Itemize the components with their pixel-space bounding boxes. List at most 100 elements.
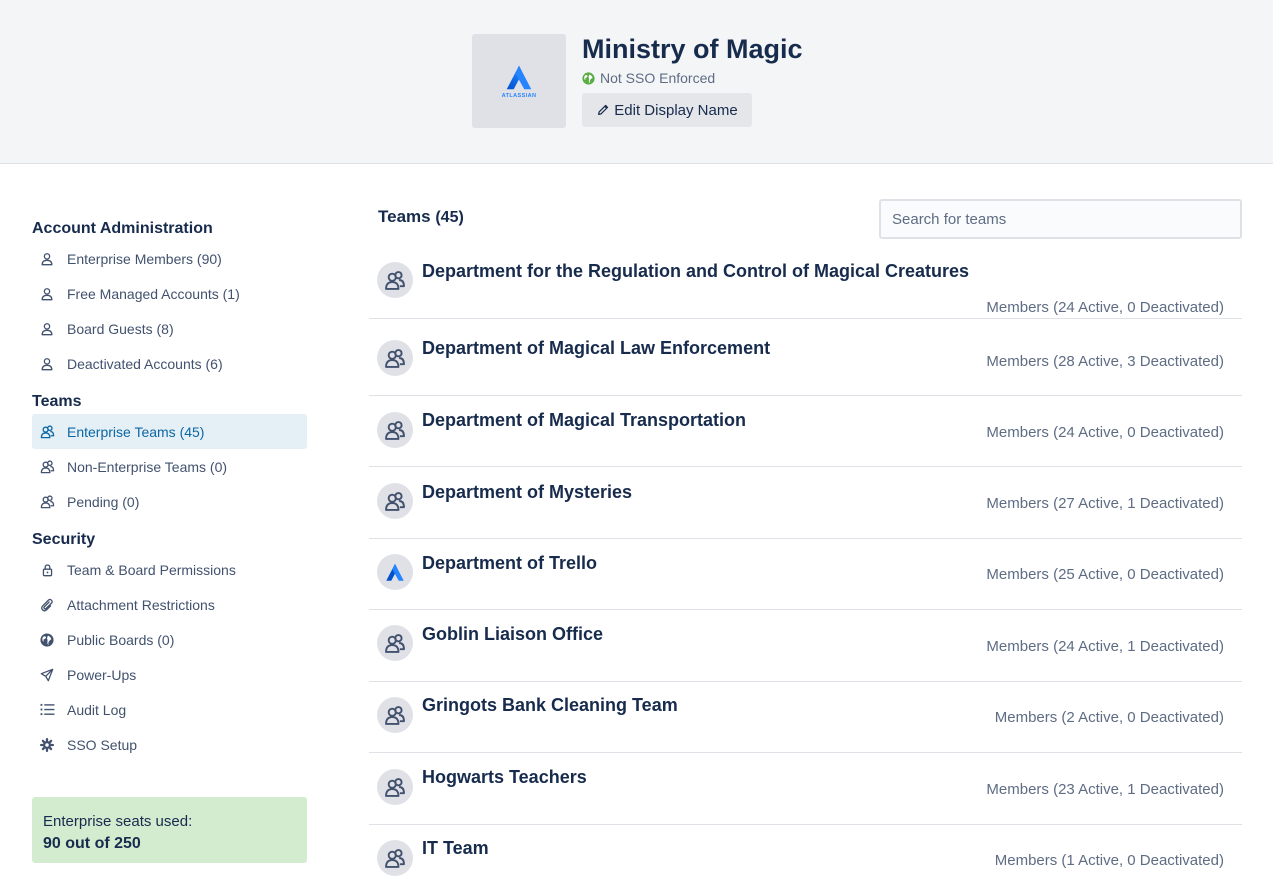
- sidebar-item-team-board-permissions[interactable]: Team & Board Permissions: [32, 552, 307, 587]
- team-row[interactable]: Department for the Regulation and Contro…: [369, 247, 1242, 319]
- team-name: Department of Magical Law Enforcement: [422, 338, 771, 358]
- seats-value: 90 out of 250: [43, 835, 141, 852]
- sidebar-item-label: Power-Ups: [67, 666, 137, 683]
- team-icon: [385, 271, 405, 290]
- team-name: IT Team: [422, 838, 489, 858]
- pencil-icon: [598, 104, 609, 115]
- search-input[interactable]: [879, 199, 1242, 239]
- sidebar-item-label: SSO Setup: [67, 736, 138, 753]
- sidebar-item-pending[interactable]: Pending (0): [32, 484, 307, 519]
- team-avatar: [377, 625, 413, 661]
- team-row[interactable]: Department of Mysteries Members (27 Acti…: [369, 467, 1242, 539]
- team-icon: [385, 778, 405, 797]
- person-icon: [39, 321, 55, 337]
- lock-icon: [39, 562, 55, 578]
- organization-logo: ATLASSIAN: [472, 34, 566, 128]
- team-name: Department for the Regulation and Contro…: [422, 261, 970, 281]
- globe-icon: [39, 632, 55, 648]
- seats-label: Enterprise seats used:: [43, 813, 193, 830]
- team-icon: [385, 634, 405, 653]
- team-members: Members (2 Active, 0 Deactivated): [994, 709, 1224, 726]
- team-row[interactable]: Goblin Liaison Office Members (24 Active…: [369, 610, 1242, 682]
- atlassian-logo-icon: [386, 563, 404, 581]
- team-avatar: [377, 262, 413, 298]
- team-row[interactable]: Department of Magical Transportation Mem…: [369, 396, 1242, 467]
- team-icon: [385, 849, 405, 868]
- paperclip-icon: [39, 597, 55, 613]
- globe-icon: [582, 71, 595, 85]
- team-count: (45): [435, 209, 464, 226]
- edit-display-name-label: Edit Display Name: [614, 101, 738, 119]
- team-icon: [39, 494, 55, 510]
- team-row[interactable]: Department of Magical Law Enforcement Me…: [369, 319, 1242, 396]
- list-icon: [39, 702, 55, 718]
- team-icon: [385, 492, 405, 511]
- section-heading-teams: Teams: [32, 393, 82, 410]
- section-heading-account-administration: Account Administration: [32, 220, 213, 237]
- edit-display-name-button[interactable]: Edit Display Name: [582, 93, 752, 127]
- team-name: Gringots Bank Cleaning Team: [422, 695, 678, 715]
- rocket-icon: [39, 667, 55, 683]
- team-list: Department for the Regulation and Contro…: [369, 247, 1242, 891]
- sidebar-item-power-ups[interactable]: Power-Ups: [32, 657, 307, 692]
- atlassian-logo-icon: [506, 65, 532, 90]
- team-avatar: [377, 483, 413, 519]
- sidebar-item-free-managed-accounts[interactable]: Free Managed Accounts (1): [32, 276, 307, 311]
- sidebar-item-label: Board Guests (8): [67, 320, 174, 337]
- team-members: Members (25 Active, 0 Deactivated): [986, 566, 1224, 583]
- team-members: Members (27 Active, 1 Deactivated): [986, 495, 1224, 512]
- person-icon: [39, 286, 55, 302]
- sidebar-item-attachment-restrictions[interactable]: Attachment Restrictions: [32, 587, 307, 622]
- section-heading-security: Security: [32, 531, 96, 548]
- team-row[interactable]: IT Team Members (1 Active, 0 Deactivated…: [369, 825, 1242, 891]
- sidebar-item-label: Enterprise Teams (45): [67, 423, 205, 440]
- person-icon: [39, 356, 55, 372]
- sidebar-item-label: Attachment Restrictions: [67, 596, 215, 613]
- sidebar-item-label: Free Managed Accounts (1): [67, 285, 240, 302]
- sidebar-item-audit-log[interactable]: Audit Log: [32, 692, 307, 727]
- team-avatar: [377, 554, 413, 590]
- team-name: Hogwarts Teachers: [422, 767, 587, 787]
- sso-status-text: Not SSO Enforced: [600, 70, 716, 86]
- team-members: Members (24 Active, 0 Deactivated): [986, 424, 1224, 441]
- team-avatar: [377, 340, 413, 376]
- sidebar-item-non-enterprise-teams[interactable]: Non-Enterprise Teams (0): [32, 449, 307, 484]
- sidebar-item-label: Public Boards (0): [67, 631, 175, 648]
- team-icon: [39, 459, 55, 475]
- sidebar-item-label: Deactivated Accounts (6): [67, 355, 223, 372]
- logo-wordmark: ATLASSIAN: [501, 93, 537, 99]
- sidebar-item-label: Team & Board Permissions: [67, 561, 236, 578]
- team-members: Members (24 Active, 1 Deactivated): [986, 638, 1224, 655]
- team-avatar: [377, 769, 413, 805]
- sidebar-item-deactivated-accounts[interactable]: Deactivated Accounts (6): [32, 346, 307, 381]
- page-title-text: Teams: [378, 207, 431, 226]
- sidebar-item-label: Enterprise Members (90): [67, 250, 222, 267]
- team-avatar: [377, 840, 413, 876]
- team-members: Members (1 Active, 0 Deactivated): [994, 852, 1224, 869]
- team-avatar: [377, 697, 413, 733]
- team-members: Members (23 Active, 1 Deactivated): [986, 781, 1224, 798]
- team-name: Department of Mysteries: [422, 482, 633, 502]
- gear-icon: [39, 737, 55, 753]
- sidebar-item-enterprise-teams[interactable]: Enterprise Teams (45): [32, 414, 307, 449]
- team-row[interactable]: Hogwarts Teachers Members (23 Active, 1 …: [369, 753, 1242, 825]
- team-icon: [385, 349, 405, 368]
- page-title: Teams (45): [378, 207, 464, 227]
- team-row[interactable]: Department of Trello Members (25 Active,…: [369, 539, 1242, 610]
- sidebar-item-label: Audit Log: [67, 701, 127, 718]
- organization-name: Ministry of Magic: [582, 34, 803, 64]
- team-members: Members (24 Active, 0 Deactivated): [986, 299, 1224, 316]
- sidebar-item-enterprise-members[interactable]: Enterprise Members (90): [32, 241, 307, 276]
- sidebar-item-sso-setup[interactable]: SSO Setup: [32, 727, 307, 762]
- enterprise-seats-panel: Enterprise seats used: 90 out of 250: [32, 797, 307, 863]
- team-avatar: [377, 412, 413, 448]
- sidebar-item-label: Non-Enterprise Teams (0): [67, 458, 228, 475]
- sidebar-item-public-boards[interactable]: Public Boards (0): [32, 622, 307, 657]
- team-icon: [39, 424, 55, 440]
- sidebar-item-board-guests[interactable]: Board Guests (8): [32, 311, 307, 346]
- person-icon: [39, 251, 55, 267]
- sidebar: Account Administration Enterprise Member…: [32, 219, 307, 762]
- organization-header: ATLASSIAN Ministry of Magic Not SSO Enfo…: [0, 0, 1273, 164]
- team-name: Department of Trello: [422, 553, 598, 573]
- team-row[interactable]: Gringots Bank Cleaning Team Members (2 A…: [369, 682, 1242, 753]
